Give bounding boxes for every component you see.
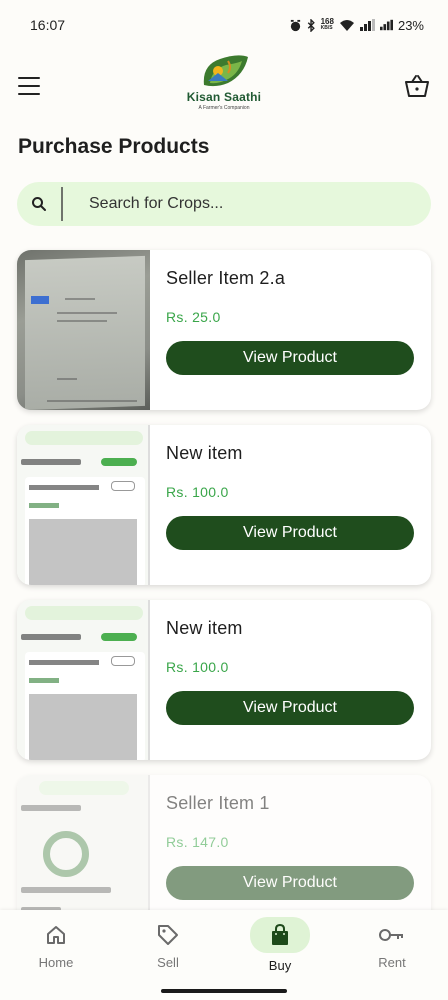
nav-item-buy[interactable]: Buy [224,910,336,985]
nav-label: Sell [157,955,179,970]
alarm-icon [290,19,300,31]
status-time: 16:07 [30,17,66,33]
key-icon [364,918,420,952]
product-price: Rs. 147.0 [166,834,229,850]
shopping-bag-icon [250,917,310,953]
product-price: Rs. 100.0 [166,484,229,500]
app-bar: Kisan Saathi A Farmer's Companion [0,50,448,122]
view-product-button[interactable]: View Product [166,866,414,900]
tag-icon [140,918,196,952]
home-icon [28,918,84,952]
page-title: Purchase Products [18,135,210,158]
product-price: Rs. 25.0 [166,309,221,325]
product-price: Rs. 100.0 [166,659,229,675]
product-title: Seller Item 1 [166,793,270,813]
product-card[interactable]: Seller Item 2.a Rs. 25.0 View Product [17,250,431,410]
product-image [17,250,150,410]
search-bar[interactable] [17,182,431,226]
nav-label: Rent [378,955,406,970]
app-logo: Kisan Saathi A Farmer's Companion [182,55,266,119]
bluetooth-icon [307,18,315,32]
product-image [17,425,150,585]
nav-label: Buy [268,958,292,973]
nav-item-home[interactable]: Home [0,910,112,985]
status-bar: 16:07 168 KB/S 23% [0,0,448,50]
search-input[interactable] [63,184,393,224]
app-name: Kisan Saathi [186,90,262,104]
nav-item-rent[interactable]: Rent [336,910,448,985]
signal-icon [359,19,375,31]
battery-percent: 23% [397,17,424,33]
view-product-button[interactable]: View Product [166,516,414,550]
bottom-navigation: Home Sell Buy Rent [0,910,448,1000]
gesture-bar[interactable] [161,989,287,993]
product-card[interactable]: New item Rs. 100.0 View Product [17,425,431,585]
search-cursor [61,187,63,221]
view-product-button[interactable]: View Product [166,691,414,725]
status-icons: 168 KB/S 23% [289,18,424,33]
signal-icon-2 [379,19,393,31]
wifi-icon [339,19,354,31]
leaf-logo-icon [203,55,248,87]
product-title: New item [166,618,243,638]
menu-icon[interactable] [18,77,40,95]
product-title: Seller Item 2.a [166,268,286,288]
net-speed: 168 KB/S [320,17,334,32]
nav-label: Home [38,955,74,970]
product-title: New item [166,443,243,463]
search-icon [17,182,61,226]
view-product-button[interactable]: View Product [166,341,414,375]
app-tagline: A Farmer's Companion [198,105,250,111]
cart-icon[interactable] [404,74,430,98]
product-card[interactable]: New item Rs. 100.0 View Product [17,600,431,760]
nav-item-sell[interactable]: Sell [112,910,224,985]
product-image [17,600,150,760]
